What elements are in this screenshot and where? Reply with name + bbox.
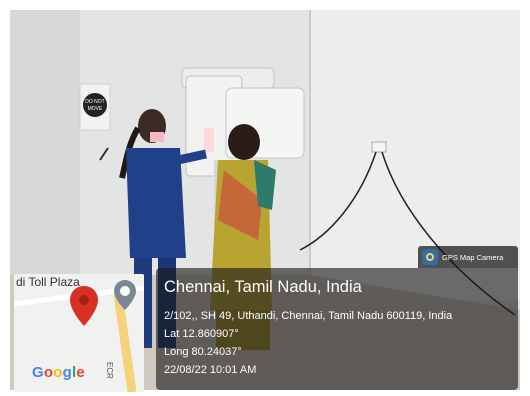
sign-text-1: DO NOT [85, 99, 104, 105]
wall-sign: DO NOT MOVE [79, 83, 111, 131]
location-title: Chennai, Tamil Nadu, India [164, 278, 362, 296]
sign-text-2: MOVE [88, 106, 103, 112]
map-thumbnail: di Toll Plaza Google ECR [14, 274, 144, 392]
secondary-pin-icon [114, 280, 136, 310]
google-letter: G [32, 364, 44, 381]
google-letter: e [76, 364, 85, 381]
road-label: ECR [105, 362, 114, 379]
gps-badge-label: GPS Map Camera [442, 252, 504, 262]
google-letter: g [62, 364, 72, 381]
wall-shadow [10, 10, 80, 275]
gps-camera-icon [422, 249, 438, 265]
google-logo: Google [32, 364, 85, 381]
location-info-panel: Chennai, Tamil Nadu, India 2/102,, SH 49… [156, 268, 518, 390]
google-letter: o [53, 364, 63, 381]
longitude-line: Long 80.24037° [164, 346, 242, 358]
latitude-line: Lat 12.860907° [164, 328, 239, 340]
location-pin-icon [70, 286, 98, 326]
datetime-line: 22/08/22 10:01 AM [164, 364, 257, 376]
google-letter: o [43, 364, 54, 381]
address-line: 2/102,, SH 49, Uthandi, Chennai, Tamil N… [164, 310, 453, 322]
gps-map-camera-badge: GPS Map Camera [418, 246, 518, 268]
